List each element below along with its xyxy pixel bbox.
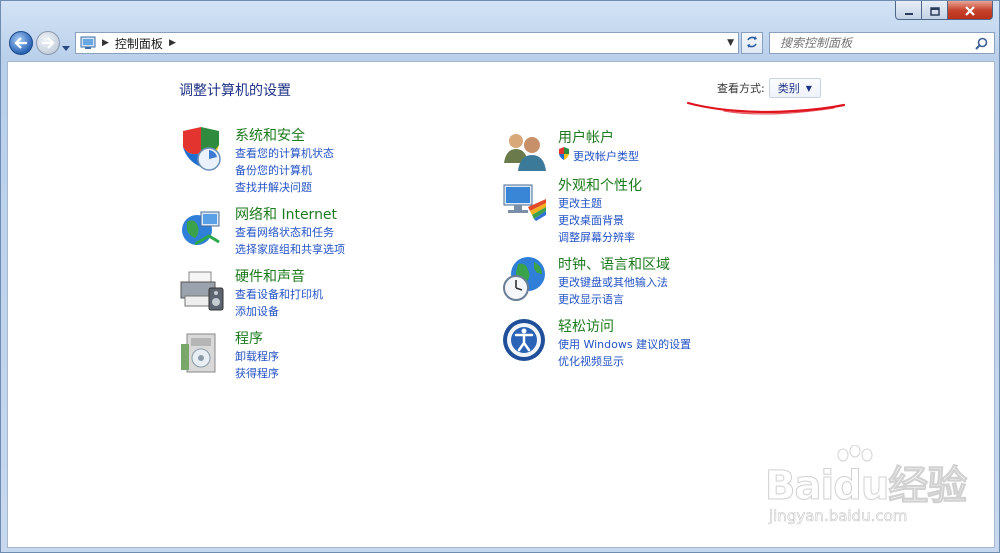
link-change-theme[interactable]: 更改主题 [558,195,642,212]
view-by-value: 类别 [777,82,800,95]
appearance-icon[interactable] [502,177,548,223]
link-change-keyboard[interactable]: 更改键盘或其他输入法 [558,274,670,291]
category-title[interactable]: 系统和安全 [235,127,334,145]
refresh-button[interactable] [741,32,763,54]
ease-of-access-icon[interactable] [502,318,548,364]
forward-button[interactable] [36,31,60,55]
link-display-language[interactable]: 更改显示语言 [558,291,670,308]
back-arrow-icon [14,34,28,53]
link-uninstall[interactable]: 卸载程序 [235,348,279,365]
uac-shield-icon [558,147,570,165]
hardware-sound-icon[interactable] [179,268,225,314]
link-network-status[interactable]: 查看网络状态和任务 [235,224,345,241]
page-title: 调整计算机的设置 [179,83,291,99]
address-dropdown-icon[interactable]: ▼ [727,38,734,48]
control-panel-window: ▶ 控制面板 ▶ ▼ 调整计算机的设置 查看方式: 类别 ▼ [0,0,1000,553]
chevron-down-icon: ▼ [805,83,812,93]
link-change-account-type[interactable]: 更改帐户类型 [558,147,639,165]
chevron-down-icon [62,46,70,51]
category-title[interactable]: 网络和 Internet [235,206,345,224]
category-title[interactable]: 程序 [235,330,279,348]
minimize-icon [904,1,914,20]
system-security-icon[interactable] [179,127,225,173]
user-accounts-icon[interactable] [502,129,548,175]
maximize-button[interactable] [921,1,948,20]
recent-pages-dropdown[interactable] [61,38,71,57]
link-screen-resolution[interactable]: 调整屏幕分辨率 [558,229,642,246]
link-recommended-settings[interactable]: 使用 Windows 建议的设置 [558,336,691,353]
baidu-watermark: Baidu经验 jingyan.baidu.com [764,445,985,535]
link-desktop-background[interactable]: 更改桌面背景 [558,212,642,229]
forward-arrow-icon [41,34,55,53]
link-optimize-display[interactable]: 优化视频显示 [558,353,691,370]
clock-region-icon[interactable] [502,256,548,302]
view-by: 查看方式: 类别 ▼ [717,78,821,98]
view-by-label: 查看方式: [717,82,765,95]
close-icon [964,1,976,20]
watermark-text: Baidu经验 [764,463,967,510]
category-title[interactable]: 用户帐户 [558,129,639,147]
view-by-dropdown[interactable]: 类别 ▼ [768,78,821,98]
search-box[interactable] [769,32,995,54]
link-backup[interactable]: 备份您的计算机 [235,162,334,179]
link-homegroup[interactable]: 选择家庭组和共享选项 [235,241,345,258]
network-icon[interactable] [179,206,225,252]
refresh-icon [745,34,759,53]
category-title[interactable]: 外观和个性化 [558,177,642,195]
category-title[interactable]: 轻松访问 [558,318,691,336]
programs-icon[interactable] [179,330,225,376]
search-input[interactable] [778,35,972,51]
category-title[interactable]: 硬件和声音 [235,268,323,286]
navigation-bar: ▶ 控制面板 ▶ ▼ [7,29,995,57]
back-button[interactable] [9,31,33,55]
search-icon[interactable] [975,37,988,53]
category-title[interactable]: 时钟、语言和区域 [558,256,670,274]
minimize-button[interactable] [895,1,922,20]
link-devices-printers[interactable]: 查看设备和打印机 [235,286,323,303]
link-add-device[interactable]: 添加设备 [235,303,323,320]
watermark-url: jingyan.baidu.com [769,507,908,526]
breadcrumb-separator-icon[interactable]: ▶ [169,38,176,48]
link-check-status[interactable]: 查看您的计算机状态 [235,145,334,162]
breadcrumb-separator-icon[interactable]: ▶ [102,38,109,48]
caption-buttons [895,1,993,20]
link-troubleshoot[interactable]: 查找并解决问题 [235,179,334,196]
address-bar[interactable]: ▶ 控制面板 ▶ ▼ [75,32,739,54]
link-get-programs[interactable]: 获得程序 [235,365,279,382]
close-button[interactable] [947,1,993,20]
link-text: 更改帐户类型 [573,149,639,163]
control-panel-icon [80,36,96,50]
red-annotation-stroke [686,101,846,115]
maximize-icon [929,1,940,20]
breadcrumb-control-panel[interactable]: 控制面板 [115,35,163,52]
